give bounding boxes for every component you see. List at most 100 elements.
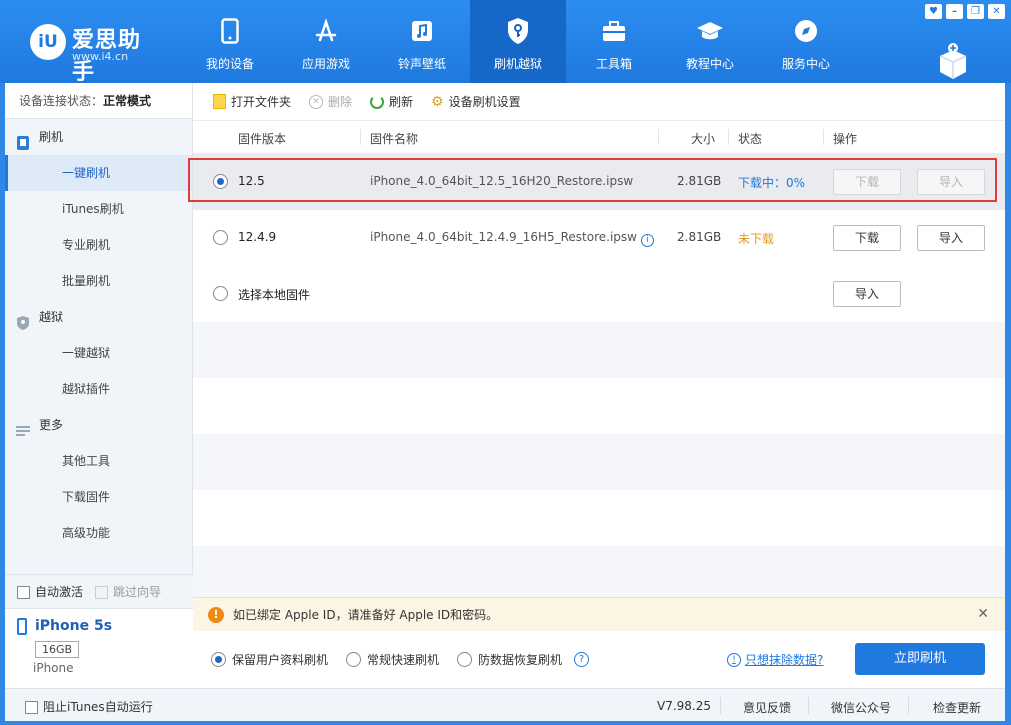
table-row[interactable]: 选择本地固件 导入 bbox=[193, 266, 1005, 322]
download-button[interactable]: 下载 bbox=[833, 225, 901, 251]
option-label: 防数据恢复刷机 bbox=[478, 653, 563, 667]
sidebar-group-more[interactable]: 更多 bbox=[5, 407, 192, 443]
erase-data-link[interactable]: ! 只想抹除数据? bbox=[727, 651, 823, 668]
import-button[interactable]: 导入 bbox=[917, 169, 985, 195]
close-icon[interactable]: ✕ bbox=[988, 4, 1005, 19]
quick-flash-option[interactable]: 常规快速刷机 bbox=[346, 651, 439, 668]
firmware-version: 12.5 bbox=[238, 174, 265, 188]
empty-row bbox=[193, 322, 1005, 378]
keep-data-option[interactable]: 保留用户资料刷机 bbox=[211, 651, 328, 668]
checkbox-box[interactable] bbox=[25, 701, 38, 714]
feedback-link[interactable]: 意见反馈 bbox=[743, 699, 791, 716]
sidebar-item-jailbreak-plugins[interactable]: 越狱插件 bbox=[5, 371, 192, 407]
header-version: 固件版本 bbox=[238, 132, 287, 146]
block-itunes-checkbox[interactable]: 阻止iTunes自动运行 bbox=[25, 698, 153, 715]
sidebar: 设备连接状态：正常模式 刷机 一键刷机 iTunes刷机 专业刷机 批量刷机 越… bbox=[5, 83, 193, 688]
device-name: iPhone 5s bbox=[35, 618, 113, 634]
sidebar-item-one-click-flash[interactable]: 一键刷机 bbox=[5, 155, 192, 191]
firmware-radio[interactable] bbox=[213, 174, 228, 189]
sidebar-item-pro-flash[interactable]: 专业刷机 bbox=[5, 227, 192, 263]
nav-tutorials[interactable]: 教程中心 bbox=[662, 0, 758, 83]
erase-data-label: 只想抹除数据? bbox=[745, 653, 824, 667]
main-panel: 打开文件夹 ✕ 删除 刷新 ⚙ 设备刷机设置 固件版本 固件名称 大小 状态 操… bbox=[193, 83, 1005, 688]
empty-row bbox=[193, 490, 1005, 546]
firmware-size: 2.81GB bbox=[677, 230, 722, 244]
checkbox-box[interactable] bbox=[95, 586, 109, 599]
help-icon[interactable]: ? bbox=[574, 652, 590, 667]
warning-icon: ! bbox=[208, 606, 224, 623]
sidebar-group-flash[interactable]: 刷机 bbox=[5, 119, 192, 155]
toolbar: 打开文件夹 ✕ 删除 刷新 ⚙ 设备刷机设置 bbox=[193, 83, 1005, 121]
import-local-button[interactable]: 导入 bbox=[833, 281, 901, 307]
main-nav: 我的设备 应用游戏 铃声壁纸 刷机越狱 工具箱 教程中心 服务中心 bbox=[182, 0, 854, 83]
flash-settings-button[interactable]: ⚙ 设备刷机设置 bbox=[431, 93, 521, 110]
header-divider bbox=[658, 129, 659, 145]
sidebar-item-itunes-flash[interactable]: iTunes刷机 bbox=[5, 191, 192, 227]
header-divider bbox=[823, 129, 824, 145]
nav-label: 工具箱 bbox=[595, 57, 632, 71]
flash-now-button[interactable]: 立即刷机 bbox=[855, 643, 985, 675]
folder-icon bbox=[213, 94, 226, 109]
auto-activate-label: 自动激活 bbox=[35, 585, 84, 599]
firmware-radio[interactable] bbox=[213, 230, 228, 245]
info-icon[interactable]: i bbox=[640, 234, 654, 247]
skip-guide-checkbox[interactable]: 跳过向导 bbox=[95, 583, 161, 600]
header-status: 状态 bbox=[738, 132, 763, 146]
app-store-icon bbox=[311, 16, 341, 46]
status-bar: 阻止iTunes自动运行 V7.98.25 意见反馈 微信公众号 检查更新 bbox=[5, 688, 1005, 721]
connection-status: 设备连接状态：正常模式 bbox=[5, 83, 192, 119]
sidebar-item-other-tools[interactable]: 其他工具 bbox=[5, 443, 192, 479]
shield-icon bbox=[15, 309, 31, 330]
window-controls: ♥ – ❐ ✕ bbox=[925, 4, 1005, 19]
delete-button[interactable]: ✕ 删除 bbox=[309, 93, 352, 110]
download-box-icon[interactable] bbox=[934, 42, 972, 82]
nav-label: 服务中心 bbox=[781, 57, 830, 71]
download-button[interactable]: 下载 bbox=[833, 169, 901, 195]
empty-row bbox=[193, 434, 1005, 490]
info-icon: ! bbox=[727, 652, 741, 667]
nav-my-device[interactable]: 我的设备 bbox=[182, 0, 278, 83]
skin-icon[interactable]: ♥ bbox=[925, 4, 942, 19]
maximize-icon[interactable]: ❐ bbox=[967, 4, 984, 19]
empty-row bbox=[193, 546, 1005, 602]
nav-label: 刷机越狱 bbox=[493, 57, 542, 71]
sidebar-item-download-firmware[interactable]: 下载固件 bbox=[5, 479, 192, 515]
device-storage-badge: 16GB bbox=[35, 641, 80, 658]
sidebar-options: 自动激活 跳过向导 bbox=[5, 574, 193, 608]
refresh-icon bbox=[370, 94, 385, 109]
nav-toolbox[interactable]: 工具箱 bbox=[566, 0, 662, 83]
sidebar-group-jailbreak[interactable]: 越狱 bbox=[5, 299, 192, 335]
option-radio[interactable] bbox=[211, 652, 226, 667]
import-button[interactable]: 导入 bbox=[917, 225, 985, 251]
option-radio[interactable] bbox=[346, 652, 362, 667]
nav-service[interactable]: 服务中心 bbox=[758, 0, 854, 83]
nav-label: 应用游戏 bbox=[301, 57, 350, 71]
minimize-icon[interactable]: – bbox=[946, 4, 963, 19]
auto-activate-checkbox[interactable]: 自动激活 bbox=[17, 583, 83, 600]
table-row[interactable]: 12.5 iPhone_4.0_64bit_12.5_16H20_Restore… bbox=[193, 154, 1005, 210]
header-action: 操作 bbox=[833, 132, 858, 146]
close-icon[interactable]: ✕ bbox=[977, 606, 989, 622]
sidebar-item-advanced[interactable]: 高级功能 bbox=[5, 515, 192, 551]
open-folder-button[interactable]: 打开文件夹 bbox=[213, 93, 291, 110]
apple-id-notice: ! 如已绑定 Apple ID，请准备好 Apple ID和密码。 ✕ bbox=[193, 597, 1005, 631]
table-row[interactable]: 12.4.9 iPhone_4.0_64bit_12.4.9_16H5_Rest… bbox=[193, 210, 1005, 266]
nav-flash-jailbreak[interactable]: 刷机越狱 bbox=[470, 0, 566, 83]
nav-apps-games[interactable]: 应用游戏 bbox=[278, 0, 374, 83]
sidebar-item-batch-flash[interactable]: 批量刷机 bbox=[5, 263, 192, 299]
refresh-button[interactable]: 刷新 bbox=[370, 93, 413, 110]
wechat-link[interactable]: 微信公众号 bbox=[831, 699, 891, 716]
sidebar-item-one-click-jailbreak[interactable]: 一键越狱 bbox=[5, 335, 192, 371]
checkbox-box[interactable] bbox=[17, 586, 30, 599]
check-update-link[interactable]: 检查更新 bbox=[933, 699, 981, 716]
firmware-size: 2.81GB bbox=[677, 174, 722, 188]
anti-recovery-option[interactable]: 防数据恢复刷机 bbox=[457, 651, 562, 668]
header-name: 固件名称 bbox=[370, 132, 419, 146]
device-card[interactable]: iPhone 5s 16GB iPhone bbox=[5, 608, 193, 688]
nav-ringtones[interactable]: 铃声壁纸 bbox=[374, 0, 470, 83]
local-firmware-radio[interactable] bbox=[213, 286, 228, 301]
logo-badge: iU bbox=[30, 24, 66, 60]
notice-text: 如已绑定 Apple ID，请准备好 Apple ID和密码。 bbox=[233, 608, 499, 622]
option-radio[interactable] bbox=[457, 652, 473, 667]
connection-status-label: 设备连接状态： bbox=[19, 94, 104, 108]
